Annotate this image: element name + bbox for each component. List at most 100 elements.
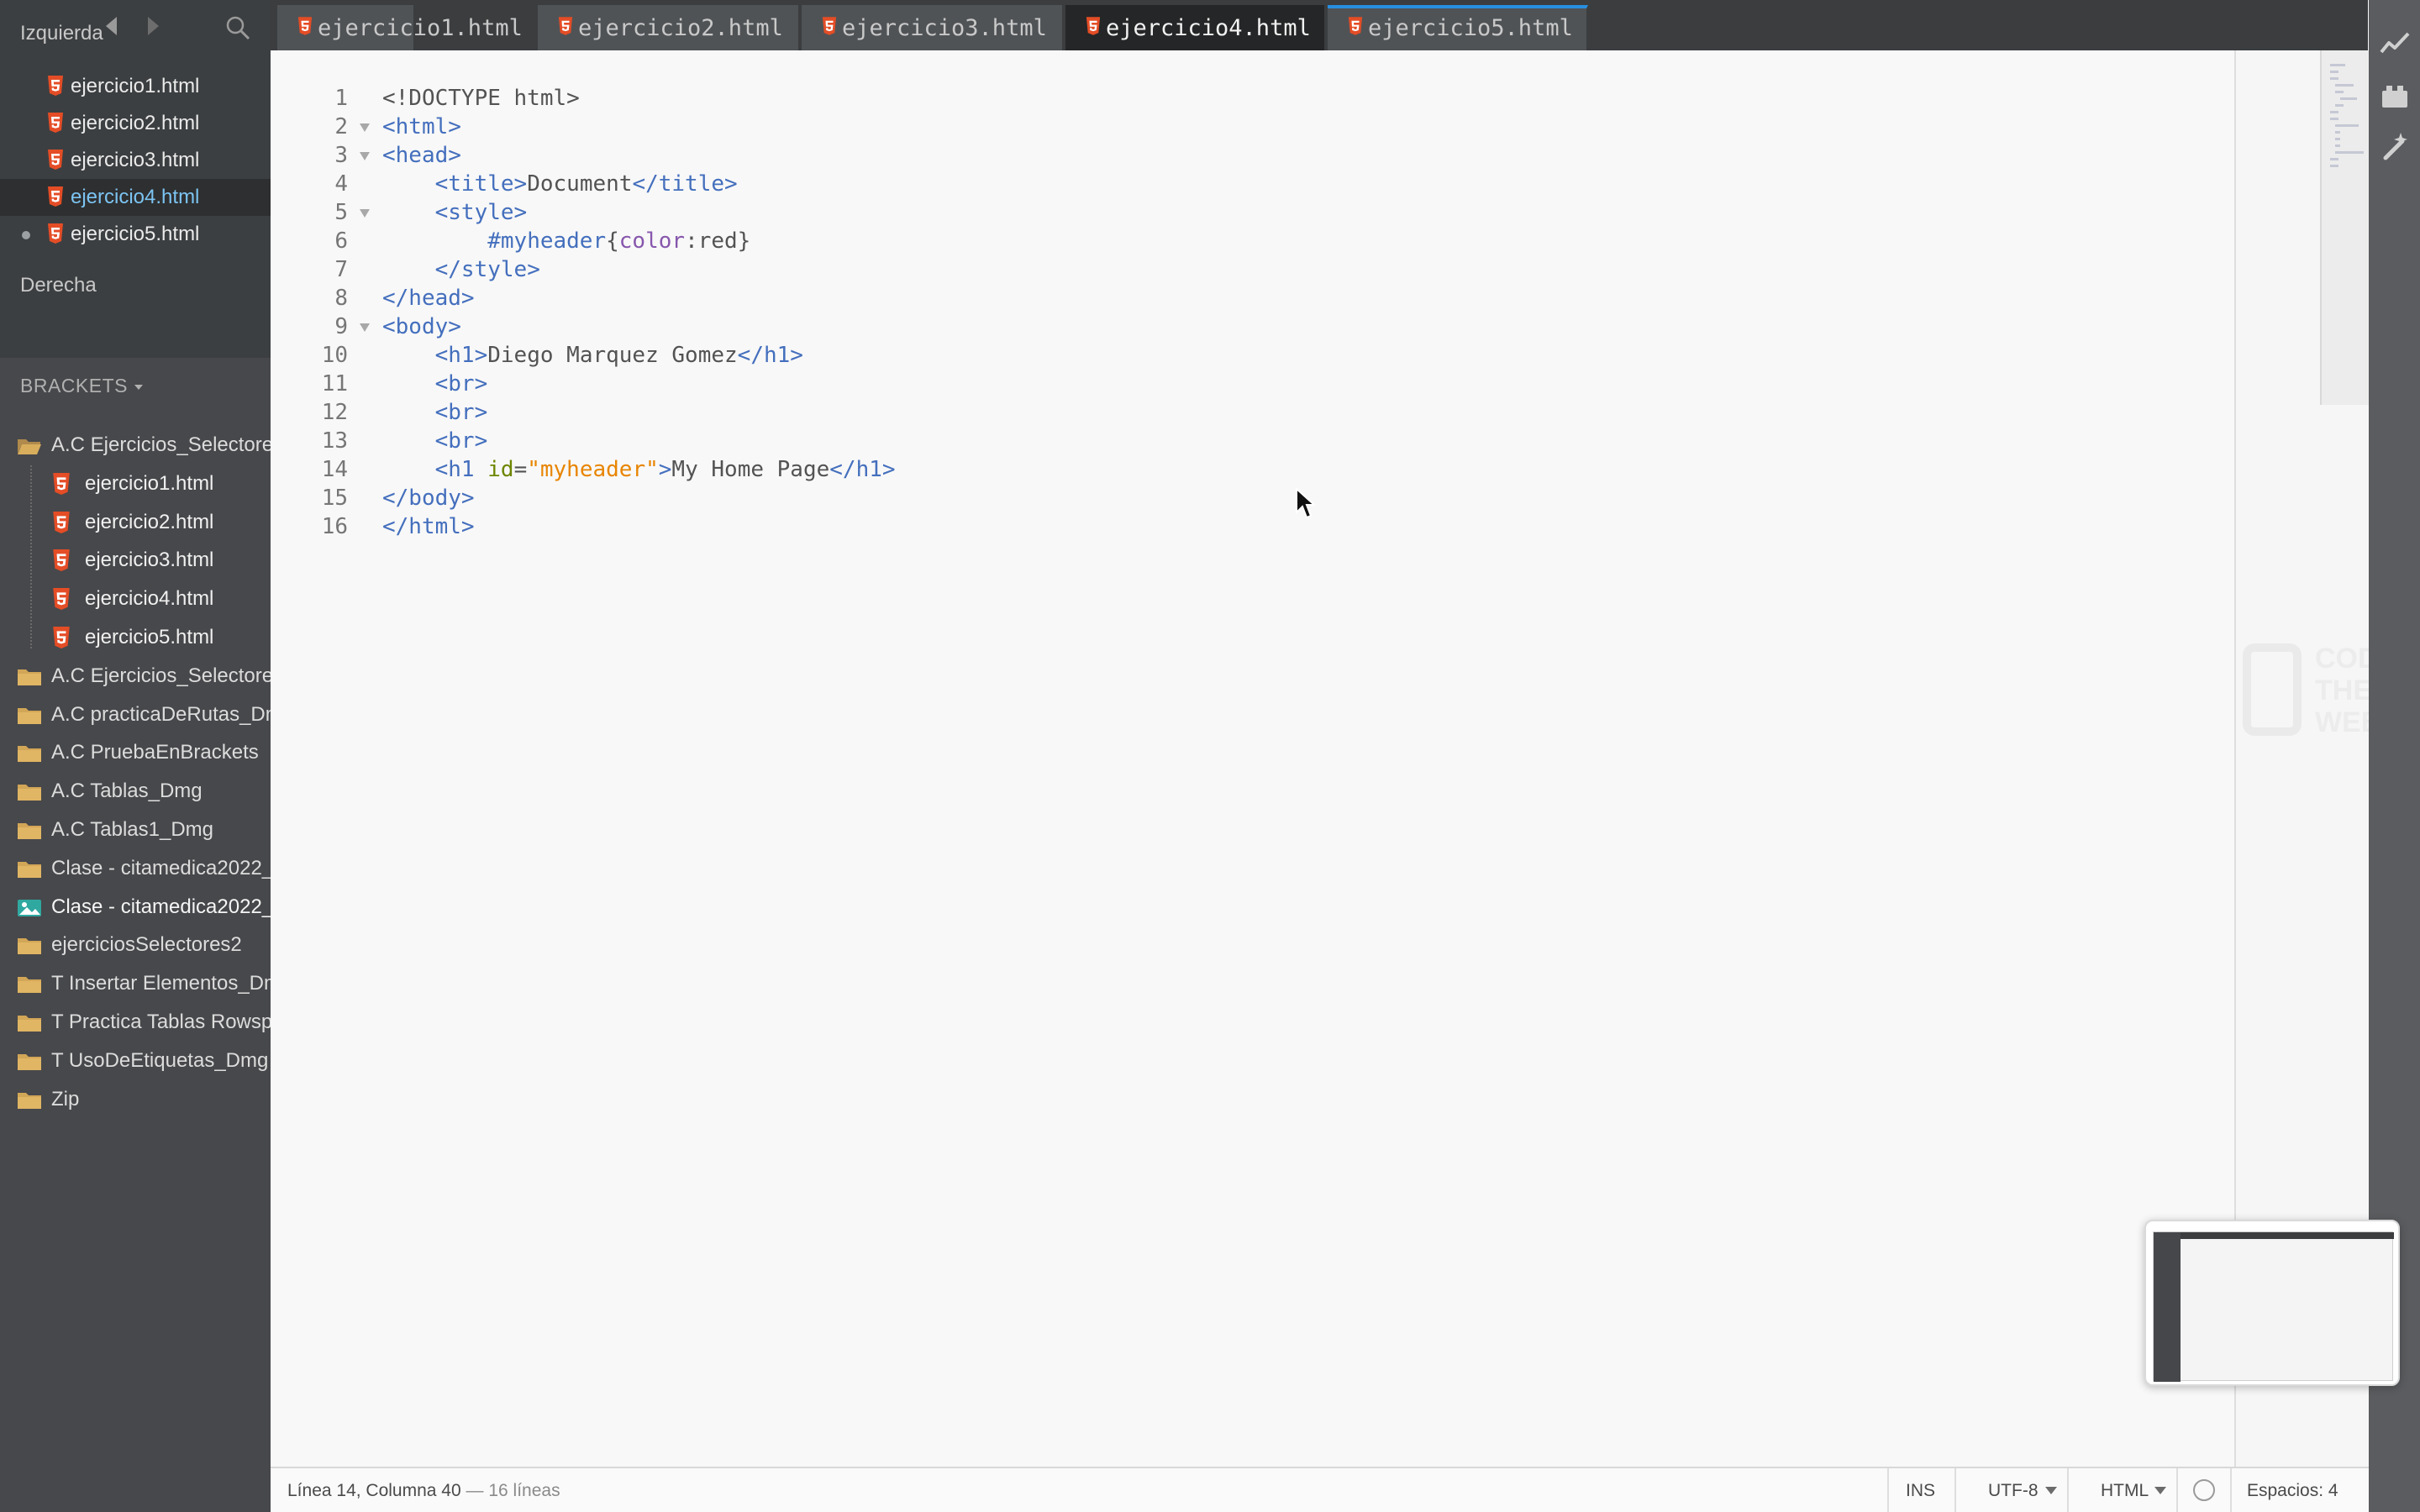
code-line[interactable]: 1 <!DOCTYPE html> <box>271 84 2203 113</box>
line-number[interactable]: 1 <box>271 84 348 113</box>
html5-icon <box>53 472 70 495</box>
line-number[interactable]: 16 <box>271 512 348 541</box>
code-line[interactable]: 6 #myheader{color:red} <box>271 227 2203 255</box>
code-line[interactable]: 15 </body> <box>271 484 2203 512</box>
language-select[interactable]: HTML <box>2067 1468 2176 1512</box>
code-text: <h1>Diego Marquez Gomez</h1> <box>434 343 803 368</box>
tree-file-item[interactable]: ejercicio3.html <box>0 542 271 579</box>
tree-item-label: T Insertar Elementos_Dmg <box>51 972 271 995</box>
tree-folder-item[interactable]: ejerciciosSelectores2 <box>0 927 271 963</box>
code-line[interactable]: 3 <head> <box>271 141 2203 170</box>
working-file-name: ejercicio2.html <box>71 112 200 134</box>
thumbnail-tabbar <box>2181 1232 2394 1239</box>
tree-file-item[interactable]: ejercicio4.html <box>0 580 271 617</box>
minimap-viewport[interactable] <box>2320 50 2370 405</box>
navigate-forward-icon[interactable] <box>148 17 159 35</box>
minimap-line <box>2330 64 2345 66</box>
tree-file-item[interactable]: ejercicio2.html <box>0 504 271 541</box>
tree-file-item[interactable]: ejercicio1.html <box>0 465 271 502</box>
tree-folder-item[interactable]: A.C PruebaEnBrackets <box>0 734 271 771</box>
working-file-item[interactable]: ejercicio2.html <box>0 105 271 142</box>
tree-folder-item[interactable]: A.C Tablas1_Dmg <box>0 811 271 848</box>
tree-folder-item[interactable]: T Practica Tablas Rowspan <box>0 1004 271 1041</box>
code-line[interactable]: 12 <br> <box>271 398 2203 427</box>
working-file-item[interactable]: ejercicio1.html <box>0 68 271 105</box>
line-number[interactable]: 2 <box>271 113 348 141</box>
tree-folder-item[interactable]: A.C Ejercicios_Selectores <box>0 427 271 464</box>
line-number[interactable]: 5 <box>271 198 348 227</box>
folder-icon <box>18 861 41 878</box>
navigate-back-icon[interactable] <box>106 17 117 35</box>
code-line[interactable]: 16 </html> <box>271 512 2203 541</box>
working-file-item-selected[interactable]: ejercicio4.html <box>0 179 271 216</box>
window-thumbnail[interactable] <box>2144 1220 2400 1386</box>
code-line[interactable]: 10 <h1>Diego Marquez Gomez</h1> <box>271 341 2203 370</box>
tree-folder-item[interactable]: A.C Tablas_Dmg <box>0 773 271 810</box>
beautify-wand-icon[interactable] <box>2379 131 2411 163</box>
search-icon[interactable] <box>225 15 250 40</box>
fold-arrow-icon[interactable] <box>360 209 370 218</box>
project-title[interactable]: BRACKETS <box>20 375 143 397</box>
cursor-position-text: Línea 14, Columna 40 <box>287 1481 461 1500</box>
line-number[interactable]: 6 <box>271 227 348 255</box>
html5-icon <box>48 223 63 244</box>
code-line[interactable]: 2 <html> <box>271 113 2203 141</box>
minimap-line <box>2335 138 2340 140</box>
code-line[interactable]: 11 <br> <box>271 370 2203 398</box>
indent-setting[interactable]: Espacios: 4 <box>2230 1468 2370 1512</box>
line-number[interactable]: 11 <box>271 370 348 398</box>
encoding-label: UTF-8 <box>1988 1481 2039 1500</box>
line-number[interactable]: 13 <box>271 427 348 455</box>
folder-icon <box>18 1053 41 1070</box>
encoding-select[interactable]: UTF-8 <box>1954 1468 2067 1512</box>
tab-ejercicio3[interactable]: ejercicio3.html <box>802 5 1064 50</box>
tree-folder-item[interactable]: Clase - citamedica2022_ <box>0 850 271 887</box>
code-line[interactable]: 4 <title>Document</title> <box>271 170 2203 198</box>
code-line[interactable]: 5 <style> <box>271 198 2203 227</box>
code-line[interactable]: 9 <body> <box>271 312 2203 341</box>
line-number[interactable]: 8 <box>271 284 348 312</box>
live-preview-icon[interactable] <box>2379 29 2411 60</box>
tree-file-item[interactable]: ejercicio5.html <box>0 619 271 656</box>
code-line[interactable]: 8 </head> <box>271 284 2203 312</box>
fold-arrow-icon[interactable] <box>360 152 370 160</box>
logo-text: THE <box>2315 675 2372 706</box>
working-file-item[interactable]: ejercicio3.html <box>0 142 271 179</box>
extension-manager-icon[interactable] <box>2379 81 2411 113</box>
language-label: HTML <box>2101 1481 2149 1500</box>
line-number[interactable]: 7 <box>271 255 348 284</box>
tab-ejercicio5[interactable]: ejercicio5.html <box>1328 5 1588 50</box>
code-line[interactable]: 13 <br> <box>271 427 2203 455</box>
line-number[interactable]: 9 <box>271 312 348 341</box>
folder-icon <box>18 707 41 724</box>
tree-folder-item[interactable]: T Insertar Elementos_Dmg <box>0 965 271 1002</box>
tree-item-label: Zip <box>51 1087 80 1110</box>
tab-ejercicio2[interactable]: ejercicio2.html <box>538 5 800 50</box>
line-number[interactable]: 10 <box>271 341 348 370</box>
tree-folder-item[interactable]: Zip <box>0 1081 271 1118</box>
working-file-item[interactable]: ejercicio5.html <box>0 216 271 253</box>
tree-folder-item[interactable]: Clase - citamedica2022_ <box>0 889 271 926</box>
line-number[interactable]: 4 <box>271 170 348 198</box>
code-line[interactable]: 7 </style> <box>271 255 2203 284</box>
line-number[interactable]: 14 <box>271 455 348 484</box>
folder-icon <box>18 669 41 685</box>
line-number[interactable]: 3 <box>271 141 348 170</box>
tree-folder-item[interactable]: A.C practicaDeRutas_Dmg <box>0 696 271 733</box>
insert-mode-toggle[interactable]: INS <box>1887 1468 1954 1512</box>
fold-arrow-icon[interactable] <box>360 123 370 132</box>
tab-ejercicio1[interactable]: ejercicio1.html <box>277 5 523 50</box>
line-number[interactable]: 15 <box>271 484 348 512</box>
image-file-icon <box>18 899 41 916</box>
tab-ejercicio4-active[interactable]: ejercicio4.html <box>1065 5 1326 50</box>
html5-icon <box>53 588 70 611</box>
code-line[interactable]: 14 <h1 id="myheader">My Home Page</h1> <box>271 455 2203 484</box>
tree-folder-item[interactable]: T UsoDeEtiquetas_Dmg <box>0 1042 271 1079</box>
line-number[interactable]: 12 <box>271 398 348 427</box>
linting-status[interactable] <box>2176 1468 2230 1512</box>
fold-arrow-icon[interactable] <box>360 323 370 332</box>
code-editor[interactable]: 1 <!DOCTYPE html> 2 <html> 3 <head> 4 <title>D… <box>271 50 2234 1467</box>
line-count: — 16 líneas <box>466 1481 560 1500</box>
tree-folder-item[interactable]: A.C Ejercicios_Selectores <box>0 658 271 695</box>
cursor-position[interactable]: Línea 14, Columna 40 — 16 líneas <box>287 1481 560 1501</box>
